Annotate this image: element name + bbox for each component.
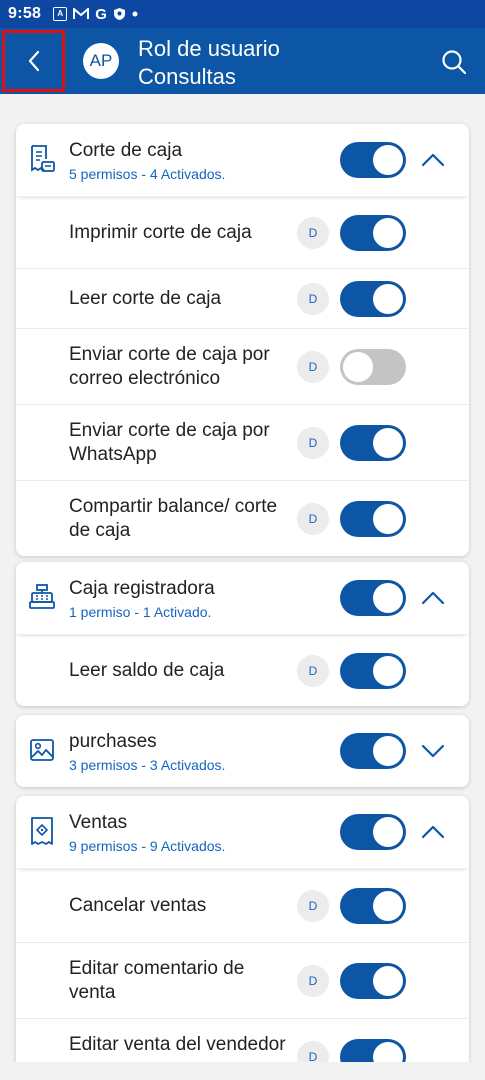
- status-time: 9:58: [8, 5, 42, 22]
- shield-icon: [113, 7, 126, 21]
- section-title: purchases: [69, 731, 157, 752]
- permission-label: Enviar corte de caja por correo electrón…: [69, 343, 270, 389]
- section-toggle[interactable]: [340, 142, 406, 178]
- search-button[interactable]: [439, 47, 469, 77]
- section-subtitle: 5 permisos - 4 Activados.: [69, 166, 226, 182]
- sale-ticket-icon: [31, 817, 53, 845]
- permission-toggle[interactable]: [340, 887, 406, 924]
- default-badge: D: [297, 502, 329, 535]
- default-badge: D: [297, 889, 329, 922]
- permission-toggle[interactable]: [340, 348, 406, 385]
- chevron-up-icon[interactable]: [421, 150, 445, 170]
- image-icon: [30, 739, 54, 761]
- chevron-left-icon: [28, 50, 39, 72]
- section-subtitle: 3 permisos - 3 Activados.: [69, 757, 226, 773]
- permission-label: Leer saldo de caja: [69, 659, 225, 681]
- title-line-2: Consultas: [138, 64, 236, 89]
- chevron-up-icon[interactable]: [421, 588, 445, 608]
- section-title: Ventas: [69, 812, 128, 833]
- permission-toggle[interactable]: [340, 214, 406, 251]
- search-icon: [442, 50, 467, 75]
- section-card-ventas: Ventas 9 permisos - 9 Activados. Cancela…: [16, 796, 469, 1080]
- permission-row: Compartir balance/ corte de caja D: [16, 481, 469, 556]
- default-badge: D: [297, 350, 329, 383]
- chevron-down-icon[interactable]: [421, 741, 445, 761]
- receipt-register-icon: [31, 145, 55, 172]
- permission-toggle[interactable]: [340, 500, 406, 537]
- permission-label: Cancelar ventas: [69, 894, 207, 916]
- section-header[interactable]: Ventas 9 permisos - 9 Activados.: [16, 796, 469, 869]
- permission-label: Editar comentario de venta: [69, 957, 245, 1003]
- section-title: Caja registradora: [69, 578, 215, 599]
- default-badge: D: [297, 216, 329, 249]
- section-toggle[interactable]: [340, 580, 406, 616]
- permission-label: Enviar corte de caja por WhatsApp: [69, 419, 270, 465]
- permission-label: Compartir balance/ corte de caja: [69, 495, 278, 541]
- page-title: Rol de usuario Consultas: [138, 35, 280, 91]
- permission-row: Cancelar ventas D: [16, 869, 469, 943]
- section-title: Corte de caja: [69, 140, 183, 161]
- section-subtitle: 1 permiso - 1 Activado.: [69, 604, 212, 620]
- section-header[interactable]: purchases 3 permisos - 3 Activados.: [16, 715, 469, 787]
- section-header[interactable]: Corte de caja 5 permisos - 4 Activados.: [16, 124, 469, 197]
- section-header[interactable]: Caja registradora 1 permiso - 1 Activado…: [16, 562, 469, 635]
- chevron-up-icon[interactable]: [421, 822, 445, 842]
- avatar: AP: [83, 43, 119, 79]
- title-line-1: Rol de usuario: [138, 36, 280, 61]
- section-card-purchases: purchases 3 permisos - 3 Activados.: [16, 715, 469, 787]
- a-square-icon: A: [53, 7, 68, 21]
- permission-label: Leer corte de caja: [69, 287, 222, 309]
- gmail-icon: [73, 8, 90, 20]
- section-card-corte-de-caja: Corte de caja 5 permisos - 4 Activados. …: [16, 124, 469, 556]
- section-toggle[interactable]: [340, 814, 406, 850]
- permission-toggle[interactable]: [340, 424, 406, 461]
- permission-toggle[interactable]: [340, 280, 406, 317]
- permissions-list[interactable]: Corte de caja 5 permisos - 4 Activados. …: [0, 94, 485, 1080]
- permission-row: Enviar corte de caja por correo electrón…: [16, 329, 469, 405]
- section-card-caja-registradora: Caja registradora 1 permiso - 1 Activado…: [16, 562, 469, 706]
- status-bar: 9:58 A G: [0, 0, 485, 28]
- permission-label: Imprimir corte de caja: [69, 221, 252, 243]
- permission-toggle[interactable]: [340, 652, 406, 689]
- default-badge: D: [297, 426, 329, 459]
- google-icon: G: [95, 5, 107, 23]
- permission-row: Leer saldo de caja D: [16, 635, 469, 706]
- back-button[interactable]: [2, 30, 65, 92]
- permission-label: Editar venta del vendedor: [69, 1034, 286, 1055]
- section-toggle[interactable]: [340, 733, 406, 769]
- section-subtitle: 9 permisos - 9 Activados.: [69, 838, 226, 854]
- permission-row: Editar comentario de venta D: [16, 943, 469, 1019]
- permission-row: Enviar corte de caja por WhatsApp D: [16, 405, 469, 481]
- cash-register-icon: [29, 584, 55, 609]
- default-badge: D: [297, 282, 329, 315]
- permission-row: Leer corte de caja D: [16, 269, 469, 329]
- dot-icon: [132, 11, 138, 17]
- default-badge: D: [297, 964, 329, 997]
- app-bar: AP Rol de usuario Consultas: [0, 28, 485, 94]
- bottom-edge: [0, 1062, 485, 1080]
- default-badge: D: [297, 654, 329, 687]
- permission-toggle[interactable]: [340, 962, 406, 999]
- permission-row: Imprimir corte de caja D: [16, 197, 469, 269]
